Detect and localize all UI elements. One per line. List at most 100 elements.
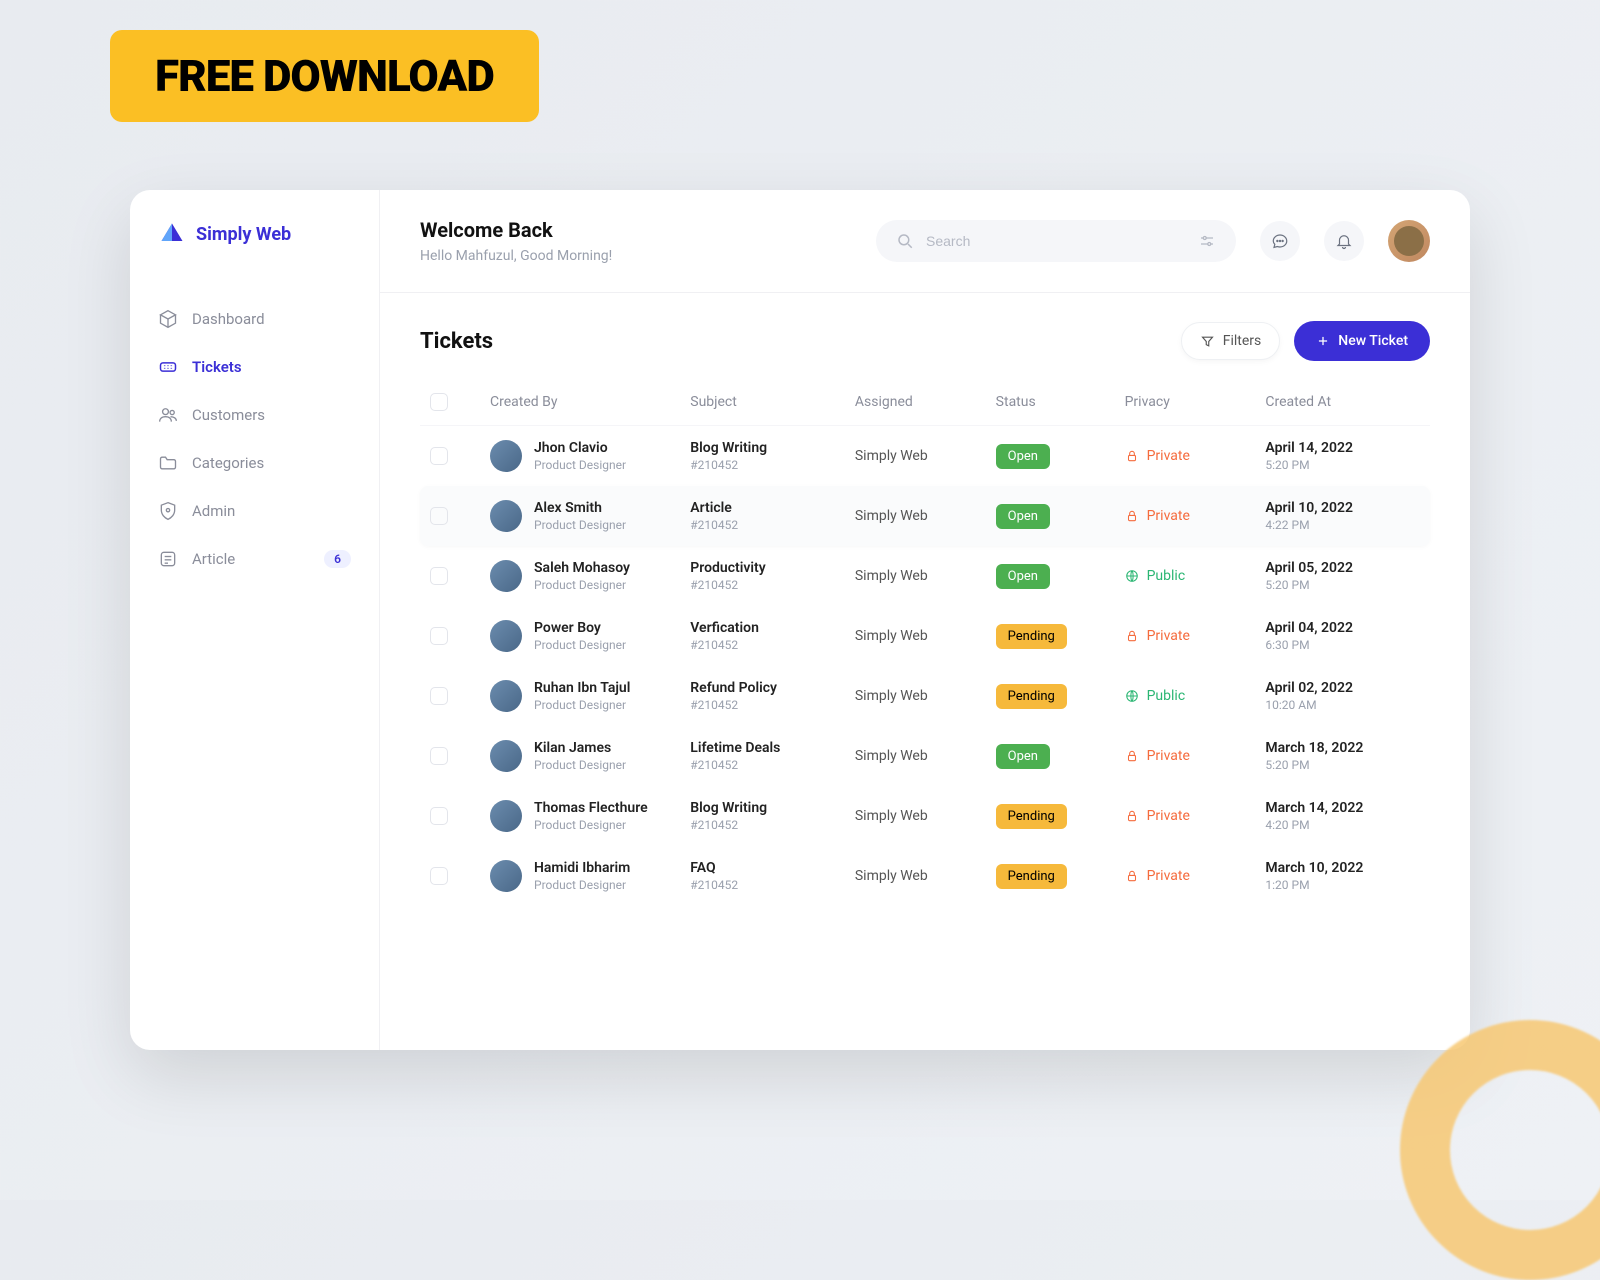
search-input[interactable] — [926, 233, 1186, 249]
logo[interactable]: Simply Web — [130, 220, 379, 278]
subject-title: Article — [690, 500, 845, 516]
table-row[interactable]: Ruhan Ibn Tajul Product Designer Refund … — [420, 666, 1430, 726]
row-checkbox[interactable] — [430, 567, 448, 585]
privacy-label: Private — [1147, 868, 1190, 884]
nav: Dashboard Tickets Customers Categories — [130, 278, 379, 606]
user-role: Product Designer — [534, 818, 648, 832]
user-avatar-small — [490, 620, 522, 652]
nav-item-categories[interactable]: Categories — [144, 442, 365, 484]
globe-icon — [1125, 569, 1139, 583]
subject-title: Verfication — [690, 620, 845, 636]
table-row[interactable]: Saleh Mohasoy Product Designer Productiv… — [420, 546, 1430, 606]
privacy-cell: Public — [1125, 688, 1256, 704]
user-avatar[interactable] — [1388, 220, 1430, 262]
ticket-id: #210452 — [690, 698, 845, 712]
user-role: Product Designer — [534, 638, 626, 652]
status-badge: Pending — [996, 624, 1067, 649]
nav-label: Tickets — [192, 358, 242, 376]
row-checkbox[interactable] — [430, 807, 448, 825]
created-at-cell: March 14, 2022 4:20 PM — [1265, 800, 1420, 832]
privacy-cell: Private — [1125, 448, 1256, 464]
created-at-cell: April 04, 2022 6:30 PM — [1265, 620, 1420, 652]
status-cell: Pending — [996, 804, 1115, 829]
assigned-cell: Simply Web — [855, 628, 986, 644]
privacy-label: Public — [1147, 688, 1186, 704]
assigned-cell: Simply Web — [855, 568, 986, 584]
nav-item-article[interactable]: Article 6 — [144, 538, 365, 580]
ticket-id: #210452 — [690, 818, 845, 832]
nav-label: Dashboard — [192, 310, 265, 328]
table-row[interactable]: Alex Smith Product Designer Article #210… — [420, 486, 1430, 546]
row-checkbox[interactable] — [430, 627, 448, 645]
table-row[interactable]: Power Boy Product Designer Verfication #… — [420, 606, 1430, 666]
nav-item-dashboard[interactable]: Dashboard — [144, 298, 365, 340]
search-icon — [896, 232, 914, 250]
user-role: Product Designer — [534, 698, 630, 712]
subject-title: FAQ — [690, 860, 845, 876]
sliders-icon[interactable] — [1198, 232, 1216, 250]
table-row[interactable]: Jhon Clavio Product Designer Blog Writin… — [420, 426, 1430, 486]
welcome-title: Welcome Back — [420, 218, 612, 242]
row-checkbox[interactable] — [430, 747, 448, 765]
nav-item-customers[interactable]: Customers — [144, 394, 365, 436]
subject-title: Refund Policy — [690, 680, 845, 696]
created-time: 10:20 AM — [1265, 698, 1420, 712]
lock-icon — [1125, 629, 1139, 643]
nav-item-tickets[interactable]: Tickets — [144, 346, 365, 388]
created-by-cell: Alex Smith Product Designer — [490, 500, 680, 532]
ticket-id: #210452 — [690, 518, 845, 532]
new-ticket-button[interactable]: New Ticket — [1294, 321, 1430, 361]
filters-label: Filters — [1223, 333, 1262, 349]
app-window: Simply Web Dashboard Tickets Customers — [130, 190, 1470, 1050]
col-created-by: Created By — [490, 394, 680, 410]
user-avatar-small — [490, 560, 522, 592]
privacy-label: Private — [1147, 748, 1190, 764]
col-status: Status — [996, 394, 1115, 410]
created-at-cell: April 05, 2022 5:20 PM — [1265, 560, 1420, 592]
privacy-label: Public — [1147, 568, 1186, 584]
created-date: April 02, 2022 — [1265, 680, 1420, 696]
status-badge: Open — [996, 744, 1050, 769]
promo-badge: FREE DOWNLOAD — [110, 30, 539, 122]
user-role: Product Designer — [534, 458, 626, 472]
filters-button[interactable]: Filters — [1181, 322, 1281, 360]
table-row[interactable]: Hamidi Ibharim Product Designer FAQ #210… — [420, 846, 1430, 906]
status-badge: Pending — [996, 804, 1067, 829]
assigned-cell: Simply Web — [855, 508, 986, 524]
status-cell: Open — [996, 744, 1115, 769]
created-date: March 18, 2022 — [1265, 740, 1420, 756]
nav-label: Article — [192, 550, 235, 568]
status-cell: Pending — [996, 624, 1115, 649]
status-cell: Open — [996, 444, 1115, 469]
search-field[interactable] — [876, 220, 1236, 262]
subject-title: Lifetime Deals — [690, 740, 845, 756]
subject-cell: Productivity #210452 — [690, 560, 845, 592]
row-checkbox[interactable] — [430, 447, 448, 465]
col-privacy: Privacy — [1125, 394, 1256, 410]
lock-icon — [1125, 809, 1139, 823]
messages-button[interactable] — [1260, 221, 1300, 261]
welcome-subtitle: Hello Mahfuzul, Good Morning! — [420, 248, 612, 264]
new-ticket-label: New Ticket — [1338, 333, 1408, 349]
select-all-checkbox[interactable] — [430, 393, 448, 411]
user-name: Ruhan Ibn Tajul — [534, 680, 630, 696]
table-row[interactable]: Kilan James Product Designer Lifetime De… — [420, 726, 1430, 786]
table-body: Jhon Clavio Product Designer Blog Writin… — [420, 426, 1430, 906]
row-checkbox[interactable] — [430, 867, 448, 885]
cube-icon — [158, 309, 178, 329]
assigned-cell: Simply Web — [855, 808, 986, 824]
created-at-cell: April 02, 2022 10:20 AM — [1265, 680, 1420, 712]
assigned-cell: Simply Web — [855, 748, 986, 764]
plus-icon — [1316, 334, 1330, 348]
article-icon — [158, 549, 178, 569]
notifications-button[interactable] — [1324, 221, 1364, 261]
main: Welcome Back Hello Mahfuzul, Good Mornin… — [380, 190, 1470, 1050]
lock-icon — [1125, 869, 1139, 883]
sidebar: Simply Web Dashboard Tickets Customers — [130, 190, 380, 1050]
table-row[interactable]: Thomas Flecthure Product Designer Blog W… — [420, 786, 1430, 846]
row-checkbox[interactable] — [430, 687, 448, 705]
row-checkbox[interactable] — [430, 507, 448, 525]
filter-icon — [1200, 334, 1215, 349]
subject-cell: Blog Writing #210452 — [690, 440, 845, 472]
nav-item-admin[interactable]: Admin — [144, 490, 365, 532]
